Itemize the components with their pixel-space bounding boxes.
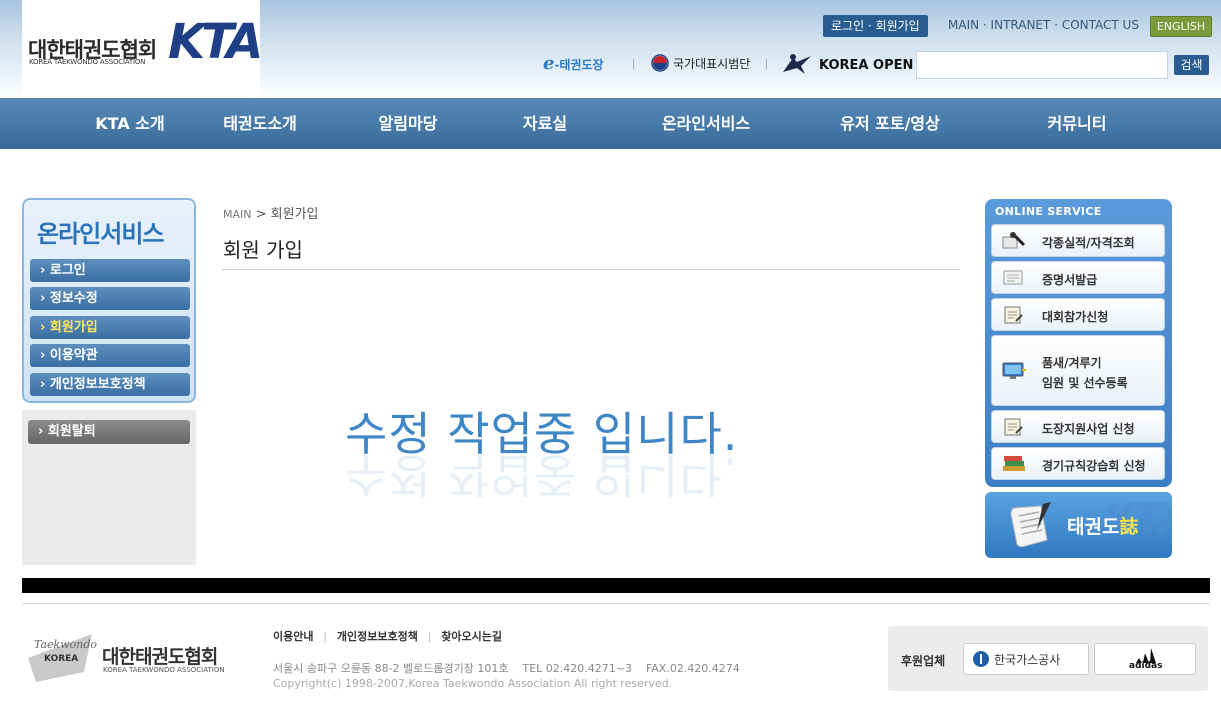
footer-copyright: Copyright(c) 1998-2007,Korea Taekwondo A… bbox=[273, 677, 673, 690]
service-record-lookup[interactable]: 각종실적/자격조회 bbox=[991, 224, 1165, 257]
breadcrumb-separator: > bbox=[251, 207, 271, 222]
service-poomsae-registration[interactable]: 품새/겨루기 임원 및 선수등록 bbox=[991, 335, 1165, 406]
left-sidebar-lower: › 회원탈퇴 bbox=[22, 410, 196, 565]
certificate-icon bbox=[1003, 270, 1023, 285]
logo-english-name: KOREA TAEKWONDO ASSOCIATION bbox=[29, 58, 146, 66]
sidebar-title: 온라인서비스 bbox=[37, 220, 164, 248]
footer-emblem-korea: KOREA bbox=[44, 654, 79, 664]
service-rules-seminar[interactable]: 경기규칙강습회 신청 bbox=[991, 447, 1165, 480]
sidebar-item-edit-info[interactable]: › 정보수정 bbox=[30, 287, 190, 310]
service-label: 각종실적/자격조회 bbox=[1042, 236, 1135, 250]
monitor-icon bbox=[1002, 362, 1026, 379]
site-header: 대한태권도협회 KOREA TAEKWONDO ASSOCIATION KTA … bbox=[0, 0, 1221, 98]
footer-emblem-script: Taekwondo bbox=[34, 638, 98, 651]
sponsor-panel: 후원업체 한국가스공사 adidas bbox=[888, 626, 1208, 691]
sponsor-kogas[interactable]: 한국가스공사 bbox=[963, 643, 1089, 675]
service-label: 도장지원사업 신청 bbox=[1042, 422, 1135, 436]
online-service-title: ONLINE SERVICE bbox=[995, 205, 1102, 218]
korea-open-link[interactable]: KOREA OPEN bbox=[781, 52, 913, 76]
taekwondo-magazine-banner[interactable]: KTA 태권도誌 bbox=[985, 492, 1172, 558]
service-competition-entry[interactable]: 대회참가신청 bbox=[991, 298, 1165, 331]
search-button[interactable]: 검색 bbox=[1174, 55, 1209, 75]
books-icon bbox=[1003, 456, 1025, 471]
intranet-link[interactable]: INTRANET bbox=[991, 18, 1051, 32]
link-separator: · bbox=[1054, 18, 1062, 32]
english-button[interactable]: ENGLISH bbox=[1150, 16, 1212, 37]
footer-links: 이용안내 | 개인정보보호정책 | 찾아오시는길 bbox=[273, 628, 502, 644]
e-taekwondo-dojang-link[interactable]: e-태권도장 bbox=[543, 52, 604, 76]
under-construction-reflection: 수정 작업중 입니다. bbox=[345, 448, 739, 502]
footer-divider bbox=[22, 603, 1210, 604]
clipboard-icon bbox=[1004, 306, 1023, 324]
national-team-emblem-icon bbox=[651, 54, 669, 72]
magazine-scroll-icon bbox=[1010, 502, 1051, 548]
page-title: 회원 가입 bbox=[223, 238, 303, 262]
service-label: 경기규칙강습회 신청 bbox=[1042, 459, 1146, 473]
sidebar-item-join[interactable]: › 회원가입 bbox=[30, 316, 190, 339]
service-dojang-support[interactable]: 도장지원사업 신청 bbox=[991, 410, 1165, 443]
search-input[interactable] bbox=[916, 51, 1168, 79]
sponsor-label: 후원업체 bbox=[901, 654, 946, 668]
e-letter-icon: e bbox=[543, 53, 555, 74]
search-record-icon bbox=[1002, 232, 1026, 249]
footer-link-directions[interactable]: 찾아오시는길 bbox=[441, 630, 502, 643]
footer-emblem: Taekwondo KOREA bbox=[22, 628, 100, 686]
sidebar-item-terms[interactable]: › 이용약관 bbox=[30, 344, 190, 367]
nav-user-photo-video[interactable]: 유저 포토/영상 bbox=[820, 98, 960, 149]
nav-taekwondo-intro[interactable]: 태권도소개 bbox=[200, 98, 320, 149]
sponsor-adidas-name: adidas bbox=[1129, 661, 1163, 671]
link-separator: | bbox=[427, 630, 432, 643]
national-team-label: 국가대표시범단 bbox=[673, 57, 751, 71]
footer-link-guide[interactable]: 이용안내 bbox=[273, 630, 313, 643]
title-divider bbox=[222, 269, 960, 270]
footer-logo-english: KOREA TAEKWONDO ASSOCIATION bbox=[103, 666, 225, 674]
service-certificate-issue[interactable]: 증명서발급 bbox=[991, 261, 1165, 294]
sidebar-item-privacy[interactable]: › 개인정보보호정책 bbox=[30, 373, 190, 396]
main-navigation: KTA 소개 태권도소개 알림마당 자료실 온라인서비스 유저 포토/영상 커뮤… bbox=[0, 98, 1221, 149]
nav-archive[interactable]: 자료실 bbox=[485, 98, 605, 149]
service-label: 증명서발급 bbox=[1042, 273, 1098, 287]
online-service-panel: ONLINE SERVICE 각종실적/자격조회 증명서발급 대회참가신청 품새… bbox=[985, 199, 1172, 487]
sidebar-item-login[interactable]: › 로그인 bbox=[30, 259, 190, 282]
contact-us-link[interactable]: CONTACT US bbox=[1062, 18, 1139, 32]
divider bbox=[766, 59, 767, 69]
national-demo-team-link[interactable]: 국가대표시범단 bbox=[651, 52, 750, 76]
clipboard-icon bbox=[1004, 418, 1023, 436]
link-separator: · bbox=[982, 18, 991, 32]
nav-community[interactable]: 커뮤니티 bbox=[1017, 98, 1137, 149]
korea-open-label: KOREA OPEN bbox=[819, 58, 914, 73]
breadcrumb-home[interactable]: MAIN bbox=[223, 208, 252, 221]
nav-notice[interactable]: 알림마당 bbox=[348, 98, 468, 149]
top-links: MAIN · INTRANET · CONTACT US bbox=[948, 18, 1139, 32]
magazine-label-accent: 誌 bbox=[1119, 516, 1139, 538]
korea-open-kick-icon bbox=[783, 54, 811, 74]
nav-kta-intro[interactable]: KTA 소개 bbox=[70, 98, 190, 149]
service-label: 대회참가신청 bbox=[1042, 310, 1109, 324]
breadcrumb-current: 회원가입 bbox=[270, 207, 319, 222]
link-separator: | bbox=[323, 630, 328, 643]
footer-link-privacy[interactable]: 개인정보보호정책 bbox=[337, 630, 418, 643]
login-join-button[interactable]: 로그인 · 회원가입 bbox=[823, 15, 928, 37]
main-link[interactable]: MAIN bbox=[948, 18, 979, 32]
footer-black-bar bbox=[22, 578, 1210, 593]
magazine-label-text: 태권도 bbox=[1067, 516, 1120, 538]
site-logo[interactable]: 대한태권도협회 KOREA TAEKWONDO ASSOCIATION KTA bbox=[22, 0, 263, 98]
withdraw-membership-button[interactable]: › 회원탈퇴 bbox=[28, 420, 190, 444]
breadcrumb: MAIN > 회원가입 bbox=[223, 203, 319, 222]
kogas-logo-icon bbox=[973, 651, 989, 667]
left-sidebar-menu: 온라인서비스 › 로그인 › 정보수정 › 회원가입 › 이용약관 › 개인정보… bbox=[22, 198, 196, 403]
service-label-line1: 품새/겨루기 bbox=[1042, 356, 1102, 370]
sponsor-kogas-name: 한국가스공사 bbox=[994, 653, 1061, 667]
divider bbox=[633, 59, 634, 69]
nav-online-service[interactable]: 온라인서비스 bbox=[636, 98, 776, 149]
footer-logo-korean: 대한태권도협회 bbox=[102, 646, 218, 668]
service-label-line2: 임원 및 선수등록 bbox=[1042, 376, 1128, 390]
e-taekwondo-label: -태권도장 bbox=[554, 58, 604, 72]
kta-logo-mark: KTA bbox=[168, 14, 263, 70]
sponsor-adidas[interactable]: adidas bbox=[1094, 643, 1196, 675]
footer-address: 서울시 송파구 오륜동 88-2 벨로드롬경기장 101호 TEL 02.420… bbox=[273, 662, 740, 675]
magazine-label: 태권도誌 bbox=[1067, 512, 1138, 539]
